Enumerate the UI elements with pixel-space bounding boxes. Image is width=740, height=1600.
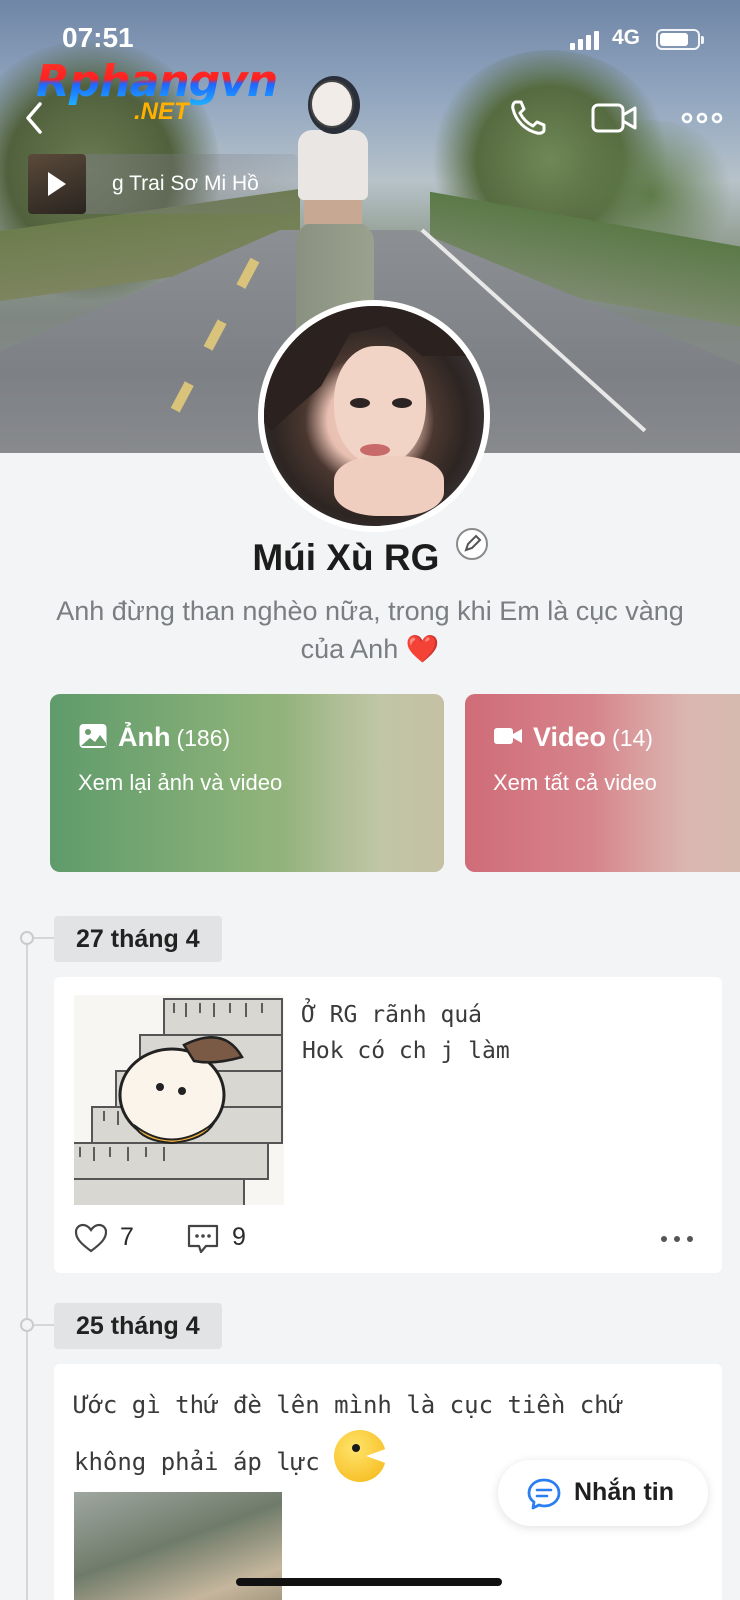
video-camera-icon <box>591 103 637 133</box>
status-time: 07:51 <box>62 22 134 53</box>
pencil-icon <box>464 534 482 552</box>
post-date: 25 tháng 4 <box>54 1303 222 1349</box>
videos-label: Video <box>533 722 607 752</box>
post-sticker <box>74 995 284 1205</box>
profile-name: Múi Xù RG <box>0 528 740 579</box>
pacman-emoji-icon <box>334 1430 387 1482</box>
chat-bubble-icon <box>527 1478 561 1510</box>
signal-icon <box>570 30 602 50</box>
photos-count: (186) <box>176 725 231 751</box>
photos-card[interactable]: Ảnh (186) Xem lại ảnh và video <box>50 694 444 872</box>
profile-name-text: Múi Xù RG <box>252 537 440 578</box>
heart-icon[interactable] <box>74 1223 108 1253</box>
videos-card[interactable]: Video (14) Xem tất cả video <box>465 694 740 872</box>
watermark-logo: Rphangvn .NET <box>36 56 278 130</box>
profile-bio: Anh đừng than nghèo nữa, trong khi Em là… <box>40 592 700 668</box>
profile-bio-text: Anh đừng than nghèo nữa, trong khi Em là… <box>56 596 684 664</box>
post-more-icon[interactable] <box>660 1235 694 1243</box>
timeline-line <box>26 936 28 1600</box>
video-call-button[interactable] <box>590 96 637 140</box>
videos-count: (14) <box>612 725 653 751</box>
timeline-tick <box>34 937 54 939</box>
post-date: 27 tháng 4 <box>54 916 222 962</box>
profile-music-player[interactable]: g Trai Sơ Mi Hồ <box>28 154 298 214</box>
comment-count: 9 <box>232 1223 246 1251</box>
network-type: 4G <box>612 26 641 49</box>
chevron-left-icon <box>26 102 42 134</box>
post-text: Ở RG rãnh quá Hok có ch j làm <box>302 1002 510 1064</box>
like-count: 7 <box>120 1223 134 1251</box>
post-card[interactable]: Ở RG rãnh quá Hok có ch j làm 7 9 <box>54 977 722 1273</box>
call-button[interactable] <box>506 96 552 140</box>
message-button[interactable]: Nhắn tin <box>498 1460 708 1526</box>
sticker-face-icon <box>310 80 354 128</box>
image-icon <box>79 724 107 748</box>
photos-subtitle: Xem lại ảnh và video <box>78 770 283 795</box>
post-actions: 7 9 <box>74 1221 694 1257</box>
avatar[interactable] <box>258 300 490 532</box>
timeline-dot <box>20 931 34 945</box>
battery-icon <box>656 29 704 50</box>
phone-icon <box>511 100 546 135</box>
message-button-label: Nhắn tin <box>574 1478 674 1506</box>
timeline-tick <box>34 1324 54 1326</box>
more-dots-icon <box>681 112 723 124</box>
play-icon[interactable] <box>48 172 66 196</box>
heart-emoji-icon: ❤️ <box>405 634 440 664</box>
photos-label: Ảnh <box>118 722 171 752</box>
videos-subtitle: Xem tất cả video <box>493 770 657 795</box>
home-indicator[interactable] <box>236 1578 502 1586</box>
timeline-dot <box>20 1318 34 1332</box>
music-title: g Trai Sơ Mi Hồ <box>112 172 259 195</box>
video-icon <box>494 728 522 744</box>
edit-name-button[interactable] <box>455 528 488 560</box>
photos-card-title: Ảnh (186) <box>78 722 230 753</box>
photos-card-preview <box>284 694 444 872</box>
back-button[interactable] <box>18 98 50 138</box>
avatar-image <box>264 306 484 526</box>
watermark-sub: .NET <box>134 98 189 125</box>
videos-card-title: Video (14) <box>493 722 653 753</box>
comment-icon[interactable] <box>186 1223 220 1255</box>
more-options-button[interactable] <box>680 96 726 140</box>
